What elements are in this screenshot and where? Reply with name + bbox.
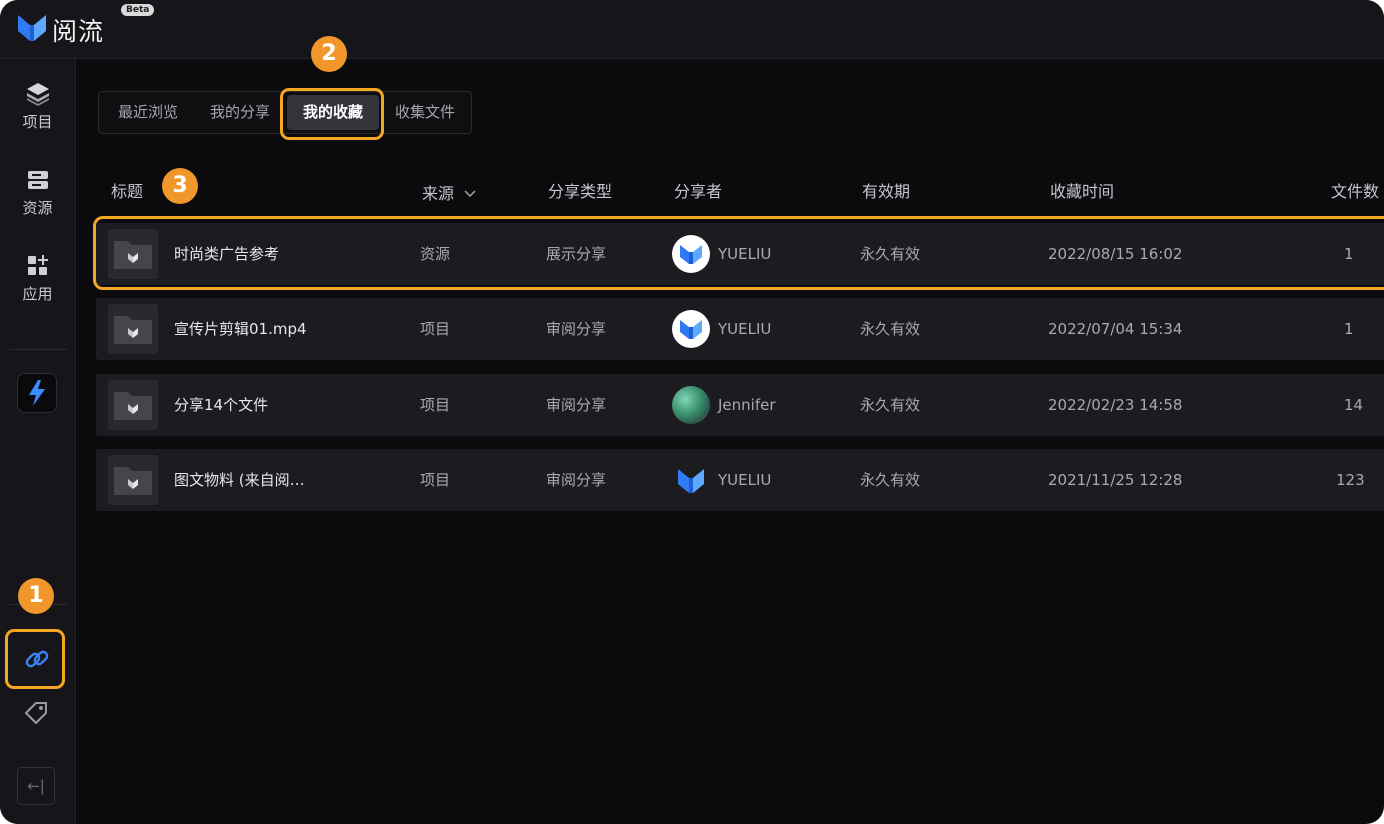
folder-icon — [114, 392, 152, 420]
annotation-badge-3: 3 — [162, 168, 198, 204]
sidebar-item-label: 项目 — [22, 113, 53, 131]
row-title: 分享14个文件 — [174, 396, 269, 414]
avatar — [672, 386, 710, 424]
tab-recent[interactable]: 最近浏览 — [105, 92, 191, 133]
row-sharer: YUELIU — [718, 471, 772, 489]
collapse-sidebar-button[interactable]: ←| — [17, 767, 55, 805]
app-name: 阅流 — [52, 17, 105, 46]
header-source-label: 来源 — [422, 184, 455, 203]
header-share-type: 分享类型 — [548, 182, 613, 201]
tab-highlight-box — [280, 88, 384, 140]
sidebar-item-apps[interactable]: 应用 — [0, 253, 75, 319]
bolt-logo-icon — [29, 380, 45, 406]
annotation-badge-2: 2 — [311, 36, 347, 72]
header-sharer: 分享者 — [674, 182, 723, 201]
row-source: 项目 — [420, 471, 451, 489]
folder-thumbnail — [108, 455, 158, 505]
app-shortcut-tile[interactable] — [17, 373, 57, 413]
row-highlight-box — [93, 216, 1384, 290]
row-collected-time: 2022/07/04 15:34 — [1048, 320, 1183, 338]
sidebar-item-label: 应用 — [22, 285, 53, 303]
folder-thumbnail — [108, 304, 158, 354]
header-collected-time: 收藏时间 — [1050, 182, 1115, 201]
row-source: 项目 — [420, 396, 451, 414]
logo-icon — [18, 15, 46, 41]
layers-icon — [26, 83, 49, 106]
top-bar: 阅流 Beta — [0, 0, 1384, 59]
table-row[interactable]: 图文物料 (来自阅… 项目 审阅分享 YUELIU 永久有效 2021/11/2… — [96, 449, 1384, 511]
row-source: 项目 — [420, 320, 451, 338]
avatar — [672, 461, 710, 499]
table-row[interactable]: 分享14个文件 项目 审阅分享 Jennifer 永久有效 2022/02/23… — [96, 374, 1384, 436]
sidebar-item-projects[interactable]: 项目 — [0, 81, 75, 147]
row-file-count: 123 — [1336, 471, 1365, 489]
folder-icon — [114, 316, 152, 344]
app-window: 阅流 Beta 项目 资源 应用 ←| 1 2 3 最近浏览 我的分享 我的收藏… — [0, 0, 1384, 824]
row-validity: 永久有效 — [860, 471, 921, 489]
storage-icon — [27, 171, 48, 189]
link-highlight-box — [5, 629, 65, 689]
header-validity: 有效期 — [862, 182, 911, 201]
sidebar-divider — [9, 349, 67, 350]
tab-my-shares[interactable]: 我的分享 — [197, 92, 283, 133]
header-file-count: 文件数 — [1331, 182, 1380, 201]
row-file-count: 1 — [1344, 320, 1354, 338]
yueliu-logo-icon — [678, 469, 704, 493]
sidebar-item-label: 资源 — [22, 199, 53, 217]
row-share-type: 审阅分享 — [546, 471, 607, 489]
row-sharer: YUELIU — [718, 320, 772, 338]
row-file-count: 14 — [1344, 396, 1364, 414]
row-collected-time: 2022/02/23 14:58 — [1048, 396, 1183, 414]
header-title: 标题 — [111, 182, 144, 201]
row-collected-time: 2021/11/25 12:28 — [1048, 471, 1183, 489]
apps-icon — [27, 255, 48, 275]
row-validity: 永久有效 — [860, 396, 921, 414]
folder-thumbnail — [108, 380, 158, 430]
tab-collect-files[interactable]: 收集文件 — [383, 92, 467, 133]
row-share-type: 审阅分享 — [546, 396, 607, 414]
beta-badge: Beta — [121, 4, 155, 16]
tag-icon[interactable] — [22, 699, 50, 727]
header-source[interactable]: 来源 — [422, 180, 477, 204]
folder-icon — [114, 467, 152, 495]
row-validity: 永久有效 — [860, 320, 921, 338]
table-row[interactable]: 宣传片剪辑01.mp4 项目 审阅分享 YUELIU 永久有效 2022/07/… — [96, 298, 1384, 360]
row-title: 图文物料 (来自阅… — [174, 471, 305, 489]
sidebar-item-resources[interactable]: 资源 — [0, 167, 75, 233]
row-title: 宣传片剪辑01.mp4 — [174, 320, 307, 338]
chevron-down-icon — [464, 190, 476, 198]
annotation-badge-1: 1 — [18, 578, 54, 614]
sidebar: 项目 资源 应用 ←| — [0, 59, 76, 824]
row-sharer: Jennifer — [718, 396, 776, 414]
row-share-type: 审阅分享 — [546, 320, 607, 338]
avatar — [672, 310, 710, 348]
yueliu-logo-icon — [680, 320, 702, 339]
